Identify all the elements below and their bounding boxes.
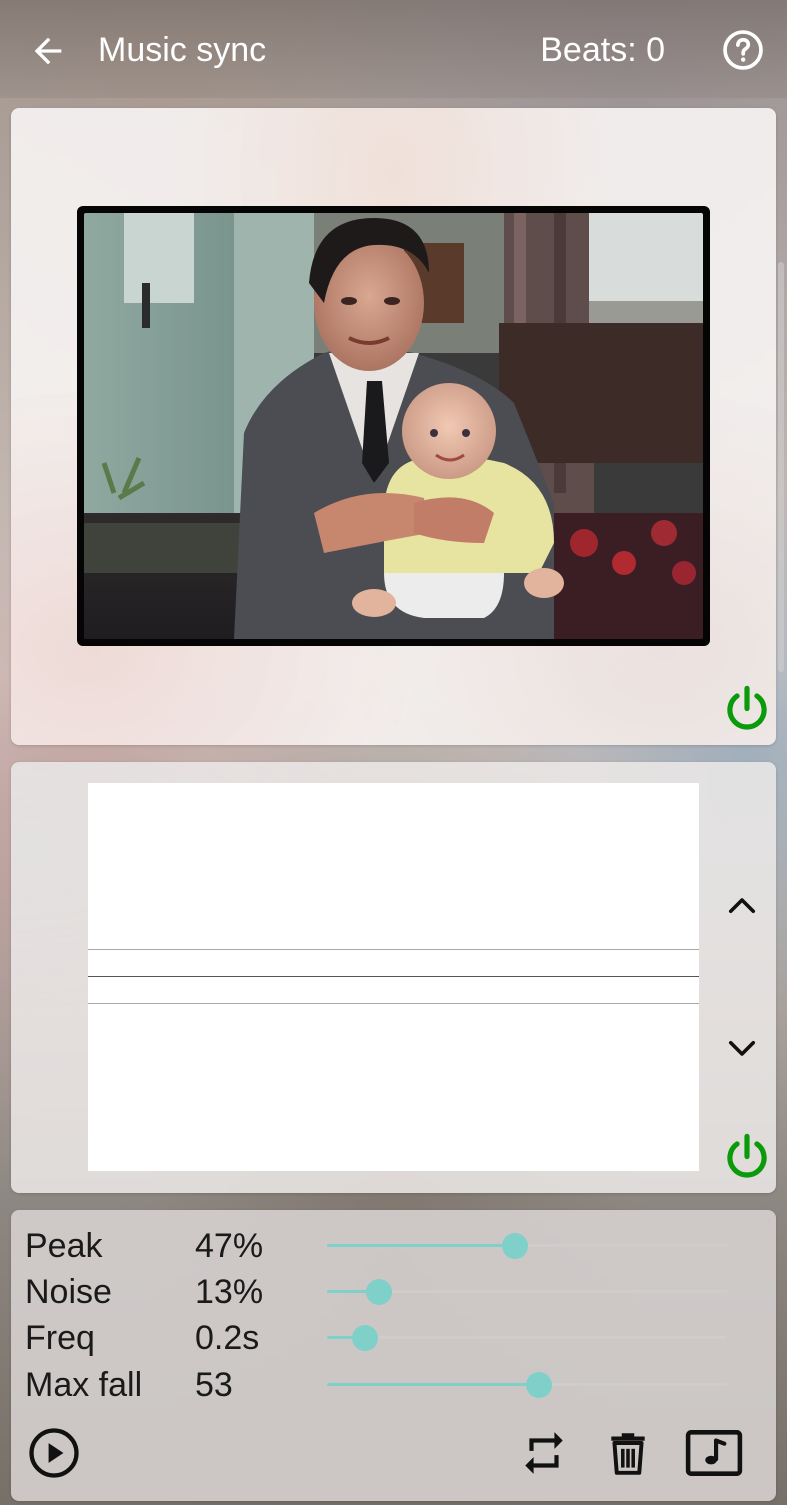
music-button[interactable]: [684, 1423, 744, 1483]
param-row-max-fall: Max fall 53: [25, 1362, 765, 1408]
zoom-down-button[interactable]: [717, 1026, 767, 1070]
scroll-indicator[interactable]: [778, 262, 784, 672]
param-label: Noise: [25, 1273, 112, 1311]
param-label: Peak: [25, 1227, 103, 1265]
back-button[interactable]: [22, 25, 74, 77]
help-circle-icon: [723, 30, 763, 70]
power-icon: [727, 685, 767, 730]
slider-fill: [327, 1244, 515, 1247]
param-label: Freq: [25, 1319, 95, 1357]
page-title: Music sync: [98, 31, 267, 69]
app-bar: Music sync Beats: 0: [0, 0, 787, 98]
slider-thumb[interactable]: [502, 1233, 528, 1259]
param-value: 0.2s: [195, 1319, 260, 1357]
waveform-card: [11, 762, 776, 1193]
repeat-button[interactable]: [514, 1423, 574, 1483]
music-note-icon: [685, 1430, 743, 1476]
controls-card: Peak 47% Noise 13% Freq 0.2s Max fall 53: [11, 1210, 776, 1501]
help-button[interactable]: [719, 26, 767, 74]
beats-counter: Beats: 0: [540, 31, 665, 69]
slider-thumb[interactable]: [352, 1325, 378, 1351]
chevron-up-icon: [728, 898, 756, 914]
chevron-down-icon: [728, 1040, 756, 1056]
noise-slider[interactable]: [327, 1278, 727, 1306]
family-photo: [84, 213, 703, 639]
play-button[interactable]: [24, 1423, 84, 1483]
param-value: 47%: [195, 1227, 264, 1265]
delete-button[interactable]: [598, 1423, 658, 1483]
param-row-noise: Noise 13%: [25, 1269, 765, 1315]
arrow-left-icon: [34, 37, 62, 65]
param-value: 13%: [195, 1273, 264, 1311]
zoom-up-button[interactable]: [717, 884, 767, 928]
param-value: 53: [195, 1366, 233, 1404]
slider-thumb[interactable]: [526, 1372, 552, 1398]
slider-fill: [327, 1383, 539, 1386]
slider-thumb[interactable]: [366, 1279, 392, 1305]
param-label: Max fall: [25, 1366, 143, 1404]
trash-icon: [611, 1433, 645, 1475]
waveform-power-button[interactable]: [720, 1130, 774, 1184]
max-fall-slider[interactable]: [327, 1371, 727, 1399]
play-circle-icon: [29, 1428, 79, 1478]
param-row-peak: Peak 47%: [25, 1223, 765, 1269]
slider-track: [327, 1336, 727, 1339]
power-icon: [727, 1133, 767, 1178]
photo-power-button[interactable]: [720, 682, 774, 736]
peak-slider[interactable]: [327, 1232, 727, 1260]
repeat-icon: [525, 1432, 563, 1474]
param-row-freq: Freq 0.2s: [25, 1315, 765, 1361]
waveform-view[interactable]: [88, 783, 699, 1171]
photo-frame[interactable]: [77, 206, 710, 646]
photo-card: [11, 108, 776, 745]
freq-slider[interactable]: [327, 1324, 727, 1352]
